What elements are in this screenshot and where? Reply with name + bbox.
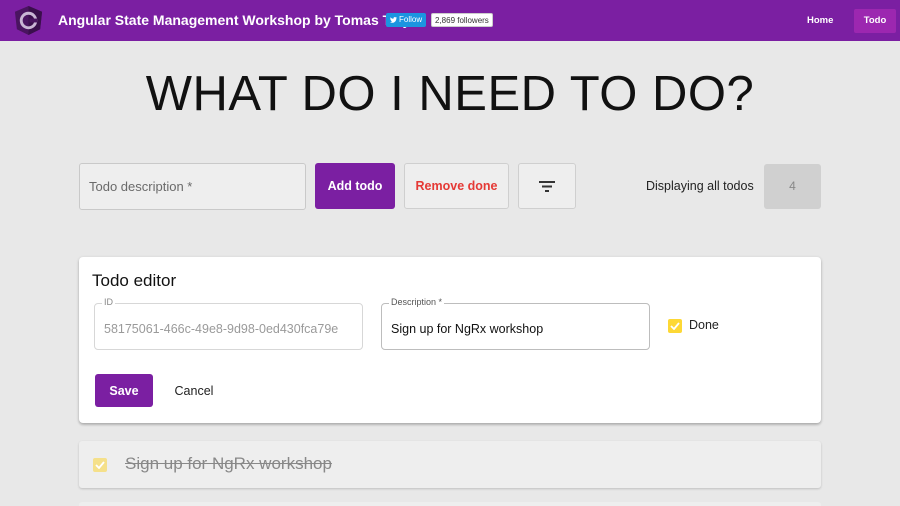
check-icon	[670, 322, 680, 330]
done-checkbox[interactable]	[668, 319, 682, 333]
twitter-follow-label: Follow	[399, 15, 423, 24]
editor-title: Todo editor	[92, 271, 177, 290]
angular-logo-icon[interactable]	[13, 5, 44, 36]
cancel-button[interactable]: Cancel	[163, 374, 225, 407]
remove-done-button[interactable]: Remove done	[404, 163, 509, 209]
twitter-bird-icon	[390, 17, 397, 23]
add-todo-button[interactable]: Add todo	[315, 163, 395, 209]
app-title[interactable]: Angular State Management Workshop by Tom…	[58, 12, 424, 28]
done-checkbox-label[interactable]: Done	[689, 318, 719, 332]
filter-button[interactable]	[518, 163, 576, 209]
nav-todo-link[interactable]: Todo	[854, 9, 896, 33]
todo-list-item	[79, 502, 821, 506]
todo-done-checkbox[interactable]	[93, 458, 107, 472]
id-field-label: ID	[102, 297, 115, 307]
todo-description-input[interactable]	[79, 163, 306, 210]
id-field-value: 58175061-466c-49e8-9d98-0ed430fca79e	[104, 322, 339, 336]
nav-home-link[interactable]: Home	[795, 9, 845, 33]
save-button[interactable]: Save	[95, 374, 153, 407]
top-toolbar: Angular State Management Workshop by Tom…	[0, 0, 900, 41]
description-field[interactable]: Description * Sign up for NgRx workshop	[381, 297, 650, 350]
filter-list-icon	[539, 180, 555, 192]
todo-list-item[interactable]: Sign up for NgRx workshop	[79, 441, 821, 488]
check-icon	[95, 461, 105, 469]
twitter-follow-button[interactable]: Follow	[386, 13, 427, 27]
todo-item-text[interactable]: Sign up for NgRx workshop	[125, 454, 332, 474]
display-filter-label: Displaying all todos	[646, 179, 754, 193]
description-field-label: Description *	[389, 297, 445, 307]
twitter-followers-count[interactable]: 2,869 followers	[431, 13, 493, 27]
todo-editor-card: Todo editor ID 58175061-466c-49e8-9d98-0…	[79, 257, 821, 423]
todo-count-badge: 4	[764, 164, 821, 209]
description-field-value[interactable]: Sign up for NgRx workshop	[391, 322, 543, 336]
id-field: ID 58175061-466c-49e8-9d98-0ed430fca79e	[94, 297, 363, 350]
page-heading: WHAT DO I NEED TO DO?	[145, 67, 755, 121]
